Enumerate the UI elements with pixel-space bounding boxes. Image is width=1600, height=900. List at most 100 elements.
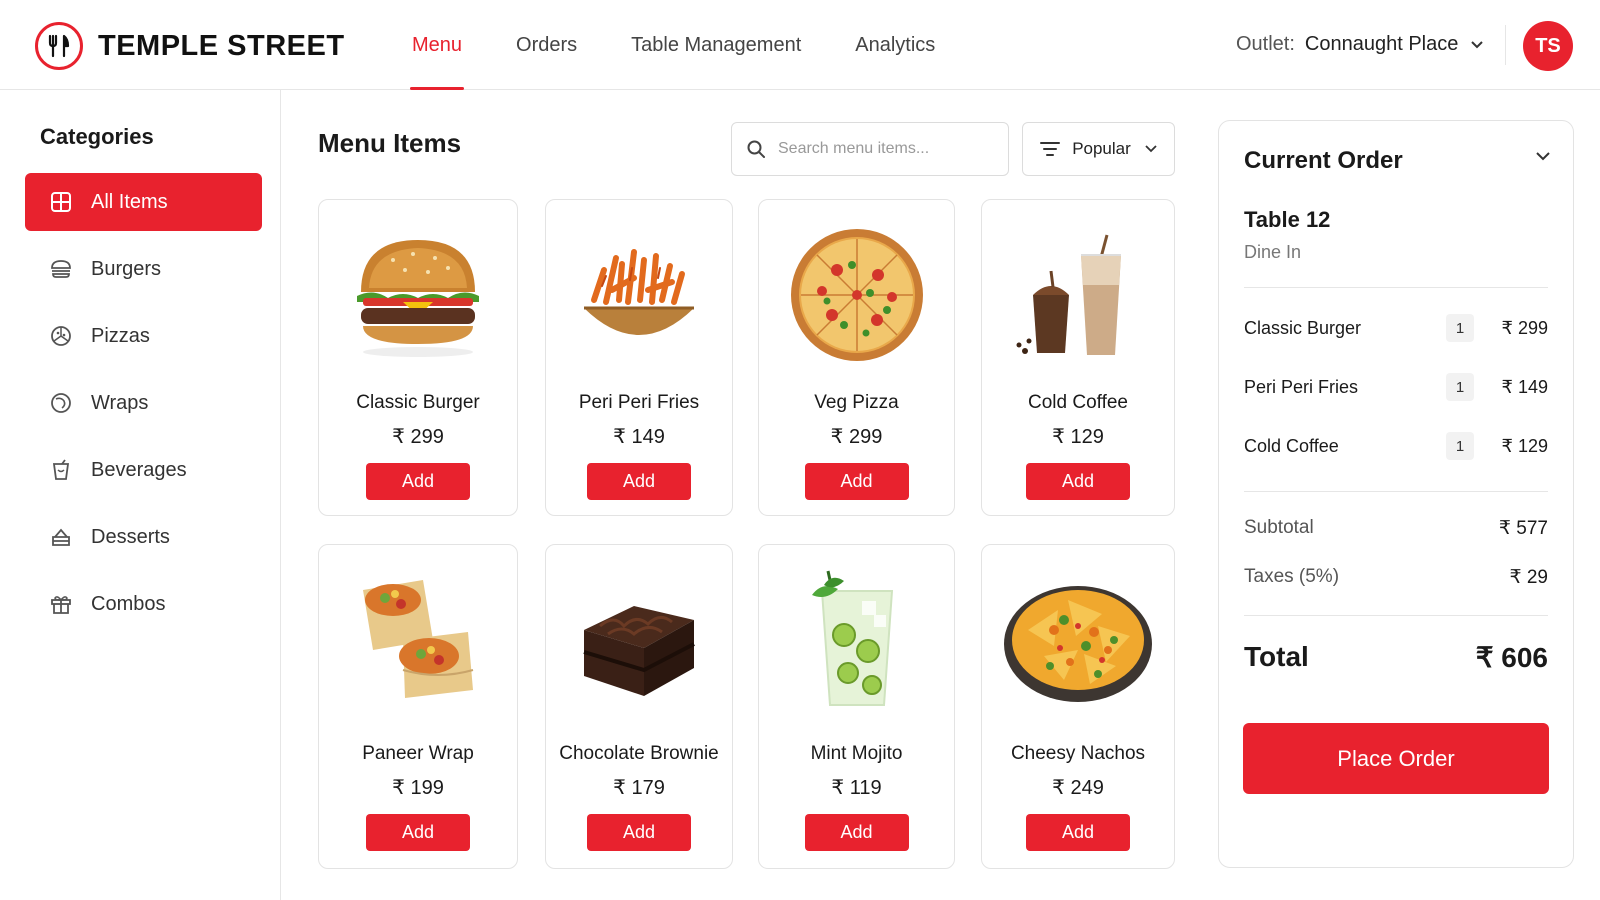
search-box bbox=[731, 122, 1009, 176]
filter-icon bbox=[1040, 142, 1061, 156]
line-item-name: Classic Burger bbox=[1244, 317, 1362, 338]
item-price: ₹ 299 bbox=[392, 426, 444, 448]
category-label: All Items bbox=[91, 190, 168, 213]
item-price: ₹ 149 bbox=[613, 426, 665, 448]
category-all-items[interactable]: All Items bbox=[25, 173, 262, 231]
item-price: ₹ 199 bbox=[392, 777, 444, 799]
chevron-down-icon bbox=[1145, 145, 1157, 153]
add-button[interactable]: Add bbox=[366, 814, 470, 851]
line-item-name: Cold Coffee bbox=[1244, 435, 1339, 456]
brownie-image bbox=[546, 565, 732, 715]
order-title: Current Order bbox=[1244, 147, 1403, 174]
divider bbox=[1244, 491, 1548, 492]
line-item-qty[interactable]: 1 bbox=[1446, 432, 1474, 460]
item-name: Classic Burger bbox=[356, 392, 480, 413]
nav-analytics[interactable]: Analytics bbox=[845, 0, 945, 90]
grid-icon bbox=[47, 188, 75, 216]
menu-card: Mint Mojito ₹ 119 Add bbox=[758, 544, 955, 869]
outlet-label: Outlet: bbox=[1236, 33, 1295, 55]
add-button[interactable]: Add bbox=[587, 814, 691, 851]
item-name: Peri Peri Fries bbox=[578, 392, 700, 413]
order-line-item: Classic Burger 1 ₹ 299 bbox=[1244, 313, 1548, 343]
subtotal-row: Subtotal ₹ 577 bbox=[1244, 517, 1548, 540]
item-price: ₹ 119 bbox=[831, 777, 882, 799]
item-name: Cheesy Nachos bbox=[1010, 743, 1146, 764]
item-name: Chocolate Brownie bbox=[559, 743, 719, 764]
line-item-price: ₹ 299 bbox=[1501, 317, 1549, 338]
current-order-panel: Current Order Table 12 Dine In Classic B… bbox=[1218, 120, 1574, 868]
gift-icon bbox=[47, 590, 75, 618]
line-item-qty[interactable]: 1 bbox=[1446, 314, 1474, 342]
item-name: Cold Coffee bbox=[1028, 392, 1128, 413]
divider bbox=[1244, 287, 1548, 288]
divider bbox=[1244, 615, 1548, 616]
tax-label: Taxes (5%) bbox=[1244, 566, 1340, 587]
item-price: ₹ 249 bbox=[1052, 777, 1104, 799]
chevron-down-icon[interactable] bbox=[1535, 151, 1551, 161]
add-button[interactable]: Add bbox=[804, 463, 909, 500]
tax-amount: ₹ 29 bbox=[1509, 567, 1548, 588]
category-beverages[interactable]: Beverages bbox=[25, 441, 262, 499]
subtotal-label: Subtotal bbox=[1244, 517, 1314, 538]
menu-items-title: Menu Items bbox=[318, 128, 462, 158]
category-label: Desserts bbox=[91, 525, 170, 548]
category-label: Beverages bbox=[91, 458, 187, 481]
order-line-item: Peri Peri Fries 1 ₹ 149 bbox=[1244, 372, 1548, 402]
add-button[interactable]: Add bbox=[1026, 814, 1130, 851]
main-nav: Menu Orders Table Management Analytics bbox=[402, 0, 979, 90]
line-item-qty[interactable]: 1 bbox=[1446, 373, 1474, 401]
add-button[interactable]: Add bbox=[804, 814, 909, 851]
menu-card: Cheesy Nachos ₹ 249 Add bbox=[981, 544, 1175, 869]
sidebar-title: Categories bbox=[40, 124, 154, 149]
search-input[interactable] bbox=[778, 140, 998, 158]
category-label: Combos bbox=[91, 592, 166, 615]
brand-name: TEMPLE STREET bbox=[98, 30, 345, 62]
nachos-image bbox=[982, 565, 1174, 715]
cake-icon bbox=[47, 523, 75, 551]
category-desserts[interactable]: Desserts bbox=[25, 508, 262, 566]
outlet-selector[interactable]: Outlet: Connaught Place bbox=[1236, 33, 1484, 56]
pizza-icon bbox=[47, 322, 75, 350]
nav-orders[interactable]: Orders bbox=[506, 0, 587, 90]
menu-card: Chocolate Brownie ₹ 179 Add bbox=[545, 544, 733, 869]
wrap-icon bbox=[47, 389, 75, 417]
add-button[interactable]: Add bbox=[587, 463, 691, 500]
fries-image bbox=[546, 220, 732, 370]
fork-knife-logo-icon bbox=[35, 22, 83, 70]
add-button[interactable]: Add bbox=[1026, 463, 1130, 500]
subtotal-amount: ₹ 577 bbox=[1498, 518, 1548, 539]
category-combos[interactable]: Combos bbox=[25, 575, 262, 633]
tax-row: Taxes (5%) ₹ 29 bbox=[1244, 566, 1548, 589]
menu-card: Veg Pizza ₹ 299 Add bbox=[758, 199, 955, 516]
add-button[interactable]: Add bbox=[366, 463, 470, 500]
nav-menu[interactable]: Menu bbox=[402, 0, 472, 90]
search-icon bbox=[747, 140, 765, 158]
user-avatar[interactable]: TS bbox=[1523, 21, 1573, 71]
sort-dropdown[interactable]: Popular bbox=[1022, 122, 1175, 176]
header-divider bbox=[1505, 25, 1506, 65]
menu-card: Cold Coffee ₹ 129 Add bbox=[981, 199, 1175, 516]
category-label: Pizzas bbox=[91, 324, 150, 347]
wrap-image bbox=[319, 565, 517, 715]
category-sidebar: Categories All Items Burgers Pizzas Wrap… bbox=[0, 90, 281, 900]
item-name: Paneer Wrap bbox=[362, 743, 474, 764]
category-wraps[interactable]: Wraps bbox=[25, 374, 262, 432]
table-number: Table 12 bbox=[1244, 207, 1331, 232]
menu-card: Paneer Wrap ₹ 199 Add bbox=[318, 544, 518, 869]
burger-image bbox=[319, 220, 517, 370]
item-name: Veg Pizza bbox=[814, 392, 899, 413]
mojito-image bbox=[759, 565, 954, 715]
outlet-value: Connaught Place bbox=[1304, 33, 1459, 55]
beverage-icon bbox=[47, 456, 75, 484]
total-label: Total bbox=[1244, 641, 1309, 672]
category-pizzas[interactable]: Pizzas bbox=[25, 307, 262, 365]
pizza-image bbox=[759, 220, 954, 370]
line-item-name: Peri Peri Fries bbox=[1244, 376, 1359, 397]
category-burgers[interactable]: Burgers bbox=[25, 240, 262, 298]
place-order-button[interactable]: Place Order bbox=[1243, 723, 1549, 794]
burger-icon bbox=[47, 255, 75, 283]
nav-table-management[interactable]: Table Management bbox=[621, 0, 811, 90]
line-item-price: ₹ 149 bbox=[1501, 376, 1549, 397]
menu-card: Peri Peri Fries ₹ 149 Add bbox=[545, 199, 733, 516]
line-item-price: ₹ 129 bbox=[1501, 435, 1549, 456]
